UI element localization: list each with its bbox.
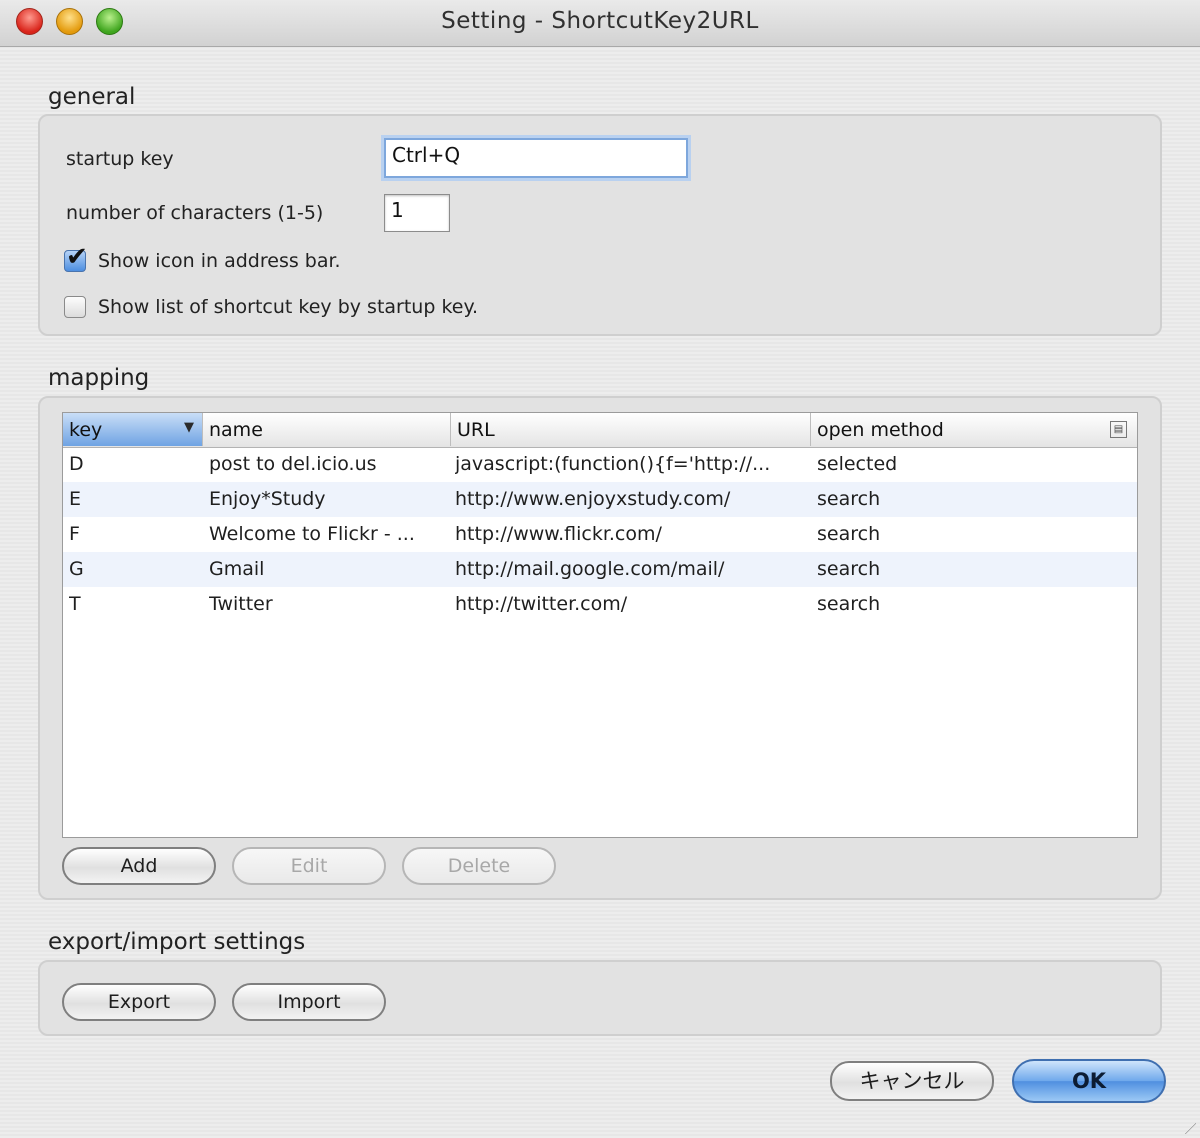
column-header-label: open method [817, 419, 944, 441]
cell-url: javascript:(function(){f='http://... [455, 453, 771, 475]
cell-name: Gmail [209, 558, 265, 580]
table-row[interactable]: G Gmail http://mail.google.com/mail/ sea… [63, 552, 1137, 587]
column-header-label: URL [457, 419, 495, 441]
column-header-url[interactable]: URL [451, 413, 811, 446]
window-title: Setting - ShortcutKey2URL [441, 8, 759, 34]
num-chars-label: number of characters (1-5) [66, 202, 324, 224]
cell-url: http://twitter.com/ [455, 593, 628, 615]
ok-button[interactable]: OK [1012, 1059, 1166, 1103]
table-row[interactable]: E Enjoy*Study http://www.enjoyxstudy.com… [63, 482, 1137, 517]
checkmark-icon: ✔ [66, 242, 88, 272]
cell-open-method: selected [817, 453, 898, 475]
mapping-table[interactable]: key ▼ name URL open method ▤ D post to d… [62, 412, 1138, 838]
title-bar[interactable]: Setting - ShortcutKey2URL [0, 0, 1200, 47]
show-list-checkbox[interactable] [64, 296, 86, 318]
column-header-open-method[interactable]: open method [811, 413, 1101, 446]
add-button[interactable]: Add [62, 847, 216, 885]
cell-name: Twitter [209, 593, 273, 615]
cancel-button[interactable]: キャンセル [830, 1061, 994, 1101]
table-row[interactable]: T Twitter http://twitter.com/ search [63, 587, 1137, 622]
cell-key: G [69, 558, 84, 580]
cell-url: http://www.enjoyxstudy.com/ [455, 488, 731, 510]
cell-name: Welcome to Flickr - ... [209, 523, 415, 545]
show-list-label: Show list of shortcut key by startup key… [98, 296, 479, 318]
resize-grip-icon[interactable] [1174, 1112, 1196, 1134]
table-header: key ▼ name URL open method ▤ [63, 413, 1137, 448]
startup-key-label: startup key [66, 148, 174, 170]
general-section-label: general [48, 84, 136, 110]
show-icon-checkbox[interactable]: ✔ [64, 242, 88, 272]
cell-open-method: search [817, 593, 881, 615]
column-chooser-icon[interactable]: ▤ [1110, 421, 1127, 438]
column-header-key[interactable]: key ▼ [63, 413, 203, 446]
general-groupbox: startup key Ctrl+Q number of characters … [38, 114, 1162, 336]
delete-button[interactable]: Delete [402, 847, 556, 885]
export-import-section-label: export/import settings [48, 929, 306, 955]
cell-key: D [69, 453, 84, 475]
cell-open-method: search [817, 523, 881, 545]
cell-name: Enjoy*Study [209, 488, 326, 510]
column-header-name[interactable]: name [203, 413, 451, 446]
cell-open-method: search [817, 558, 881, 580]
column-header-label: key [69, 419, 103, 441]
num-chars-field[interactable]: 1 [384, 194, 450, 232]
export-button[interactable]: Export [62, 983, 216, 1021]
table-row[interactable]: D post to del.icio.us javascript:(functi… [63, 447, 1137, 482]
cell-key: T [69, 593, 81, 615]
startup-key-field[interactable]: Ctrl+Q [384, 138, 688, 178]
column-header-label: name [209, 419, 263, 441]
settings-window: Setting - ShortcutKey2URL general startu… [0, 0, 1200, 1138]
edit-button[interactable]: Edit [232, 847, 386, 885]
cell-key: E [69, 488, 82, 510]
sort-descending-icon: ▼ [184, 420, 194, 435]
show-icon-label: Show icon in address bar. [98, 250, 341, 272]
mapping-section-label: mapping [48, 365, 150, 391]
cell-open-method: search [817, 488, 881, 510]
cell-key: F [69, 523, 80, 545]
import-button[interactable]: Import [232, 983, 386, 1021]
cell-name: post to del.icio.us [209, 453, 377, 475]
cell-url: http://mail.google.com/mail/ [455, 558, 725, 580]
table-row[interactable]: F Welcome to Flickr - ... http://www.fli… [63, 517, 1137, 552]
cell-url: http://www.flickr.com/ [455, 523, 662, 545]
